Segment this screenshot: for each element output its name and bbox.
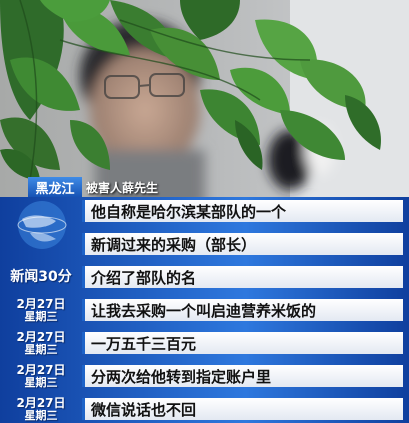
- subtitle-bar: 分两次给他转到指定账户里: [82, 365, 403, 387]
- subtitle-text: 新调过来的采购（部长）: [91, 235, 257, 254]
- date-text: 2月27日: [16, 297, 66, 311]
- subtitle-text: 让我去采购一个叫启迪营养米饭的: [91, 301, 317, 320]
- weekday-text: 星期三: [24, 376, 58, 389]
- date-tag: 2月27日 星期三: [0, 397, 82, 421]
- date-text: 2月27日: [16, 330, 66, 344]
- date-text: 2月27日: [16, 363, 66, 377]
- subtitle-text: 他自称是哈尔滨某部队的一个: [91, 202, 287, 221]
- subtitle-row-7: 2月27日 星期三 微信说话也不回: [0, 397, 409, 421]
- speaker-header: 黑龙江 被害人薛先生: [28, 177, 409, 197]
- subtitle-row-2: 新调过来的采购（部长）: [0, 232, 409, 256]
- subtitle-bar: 新调过来的采购（部长）: [82, 233, 403, 255]
- subtitle-row-4: 2月27日 星期三 让我去采购一个叫启迪营养米饭的: [0, 298, 409, 322]
- subtitle-bar: 让我去采购一个叫启迪营养米饭的: [82, 299, 403, 321]
- weekday-text: 星期三: [24, 310, 58, 323]
- date-tag: 2月27日 星期三: [0, 364, 82, 388]
- subtitle-row-3: 新闻30分 介绍了部队的名: [0, 265, 409, 289]
- subtitle-text: 介绍了部队的名: [91, 268, 197, 287]
- subtitle-bar: 他自称是哈尔滨某部队的一个: [82, 200, 403, 222]
- subtitle-row-5: 2月27日 星期三 一万五千三百元: [0, 331, 409, 355]
- subtitle-row-1: 他自称是哈尔滨某部队的一个: [0, 199, 409, 223]
- weekday-text: 星期三: [24, 409, 58, 422]
- subtitle-row-6: 2月27日 星期三 分两次给他转到指定账户里: [0, 364, 409, 388]
- subtitle-bar: 微信说话也不回: [82, 398, 403, 420]
- program-tag: 新闻30分: [10, 269, 72, 285]
- subtitle-text: 一万五千三百元: [91, 334, 197, 353]
- subtitle-bar: 介绍了部队的名: [82, 266, 403, 288]
- subtitle-text: 分两次给他转到指定账户里: [91, 367, 272, 386]
- speaker-label: 被害人薛先生: [86, 180, 159, 195]
- subtitle-text: 微信说话也不回: [91, 400, 197, 419]
- date-text: 2月27日: [16, 396, 66, 410]
- weekday-text: 星期三: [24, 343, 58, 356]
- region-tag: 黑龙江: [28, 177, 82, 197]
- subtitle-bar: 一万五千三百元: [82, 332, 403, 354]
- date-tag: 2月27日 星期三: [0, 331, 82, 355]
- date-tag: 2月27日 星期三: [0, 298, 82, 322]
